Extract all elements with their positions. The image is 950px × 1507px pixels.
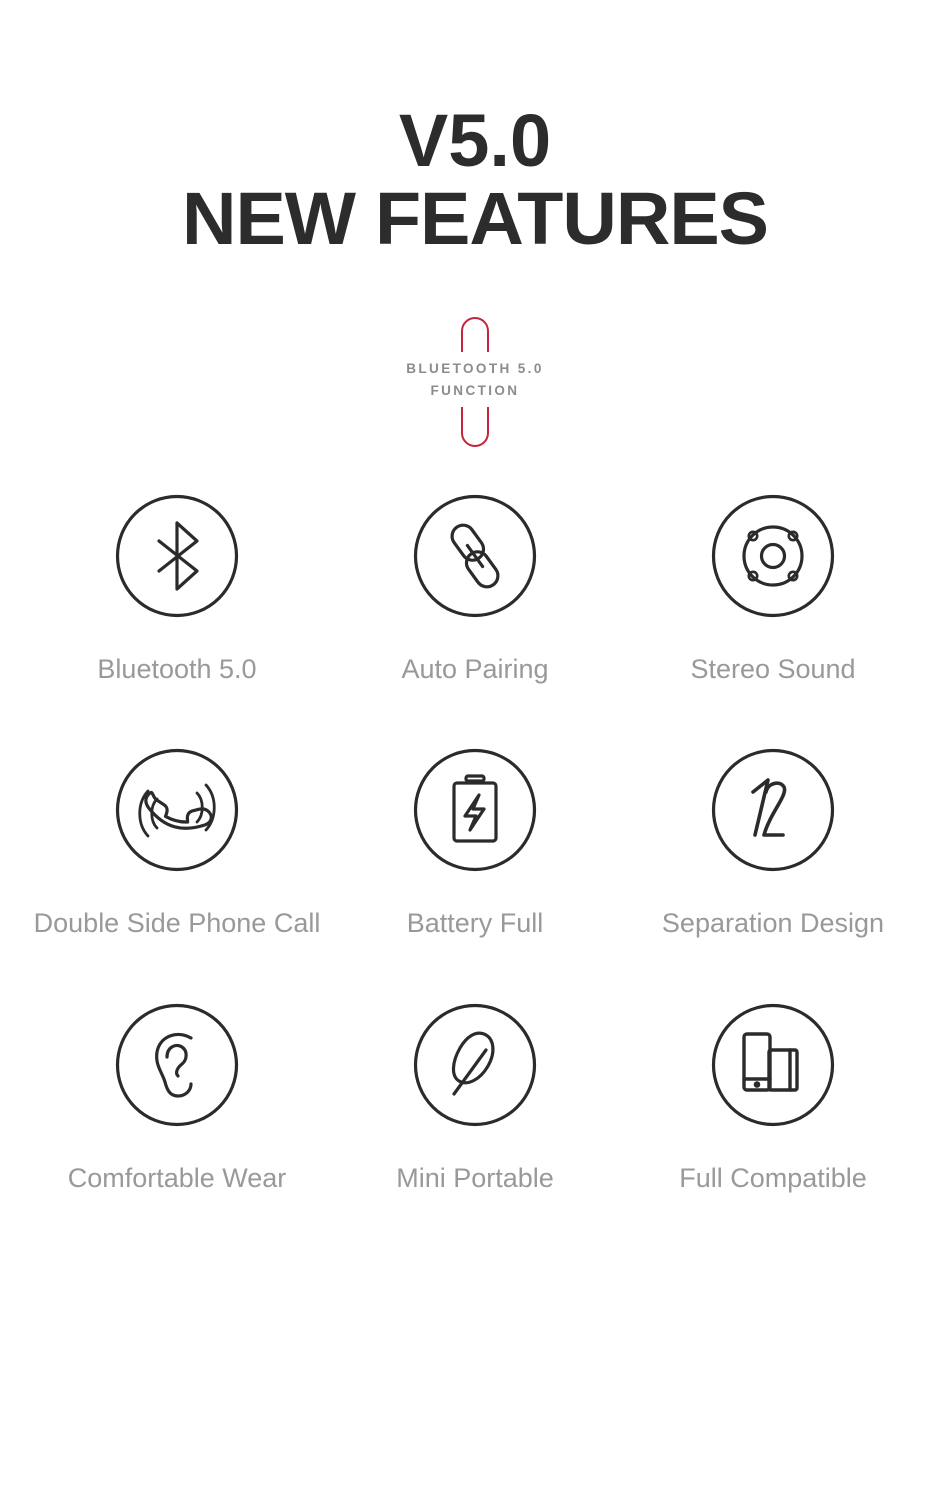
speaker-driver-icon bbox=[710, 493, 836, 619]
bluetooth-function-badge: BLUETOOTH 5.0 FUNCTION bbox=[0, 305, 950, 455]
feature-grid: Bluetooth 5.0 Auto Pairing Stereo Sound … bbox=[0, 493, 950, 1194]
feature-highlight-page: V5.0 NEW FEATURES BLUETOOTH 5.0 FUNCTION… bbox=[0, 0, 950, 1507]
page-title-version: V5.0 bbox=[398, 99, 552, 182]
feature-item-full-compatible: Full Compatible bbox=[624, 1002, 922, 1194]
feature-label: Bluetooth 5.0 bbox=[97, 653, 257, 684]
phone-call-waves-icon bbox=[114, 747, 240, 873]
one-two-separation-icon bbox=[710, 747, 836, 873]
feature-label: Separation Design bbox=[661, 908, 885, 939]
feature-label: Double Side Phone Call bbox=[33, 908, 321, 939]
feature-item-auto-pairing: Auto Pairing bbox=[326, 493, 624, 685]
feature-label: Comfortable Wear bbox=[67, 1162, 287, 1193]
badge-line-1: BLUETOOTH 5.0 bbox=[406, 361, 544, 377]
chain-link-icon bbox=[412, 493, 538, 619]
feature-label: Mini Portable bbox=[396, 1162, 554, 1193]
battery-bolt-icon bbox=[412, 747, 538, 873]
feature-item-bluetooth: Bluetooth 5.0 bbox=[28, 493, 326, 685]
feature-item-comfortable-wear: Comfortable Wear bbox=[28, 1002, 326, 1194]
feature-item-double-side-call: Double Side Phone Call bbox=[28, 747, 326, 939]
tablet-phone-icon bbox=[710, 1002, 836, 1128]
ear-icon bbox=[114, 1002, 240, 1128]
bluetooth-icon bbox=[114, 493, 240, 619]
feature-label: Auto Pairing bbox=[401, 653, 549, 684]
feature-item-separation-design: Separation Design bbox=[624, 747, 922, 939]
feather-icon bbox=[412, 1002, 538, 1128]
badge-text-group: BLUETOOTH 5.0 FUNCTION bbox=[402, 352, 548, 408]
feature-item-stereo-sound: Stereo Sound bbox=[624, 493, 922, 685]
page-header: V5.0 NEW FEATURES bbox=[0, 0, 950, 261]
feature-label: Full Compatible bbox=[679, 1162, 867, 1193]
feature-label: Battery Full bbox=[406, 908, 544, 939]
badge-line-2: FUNCTION bbox=[430, 382, 520, 398]
page-title-main: NEW FEATURES bbox=[181, 177, 769, 260]
feature-label: Stereo Sound bbox=[690, 653, 856, 684]
feature-item-mini-portable: Mini Portable bbox=[326, 1002, 624, 1194]
feature-item-battery-full: Battery Full bbox=[326, 747, 624, 939]
